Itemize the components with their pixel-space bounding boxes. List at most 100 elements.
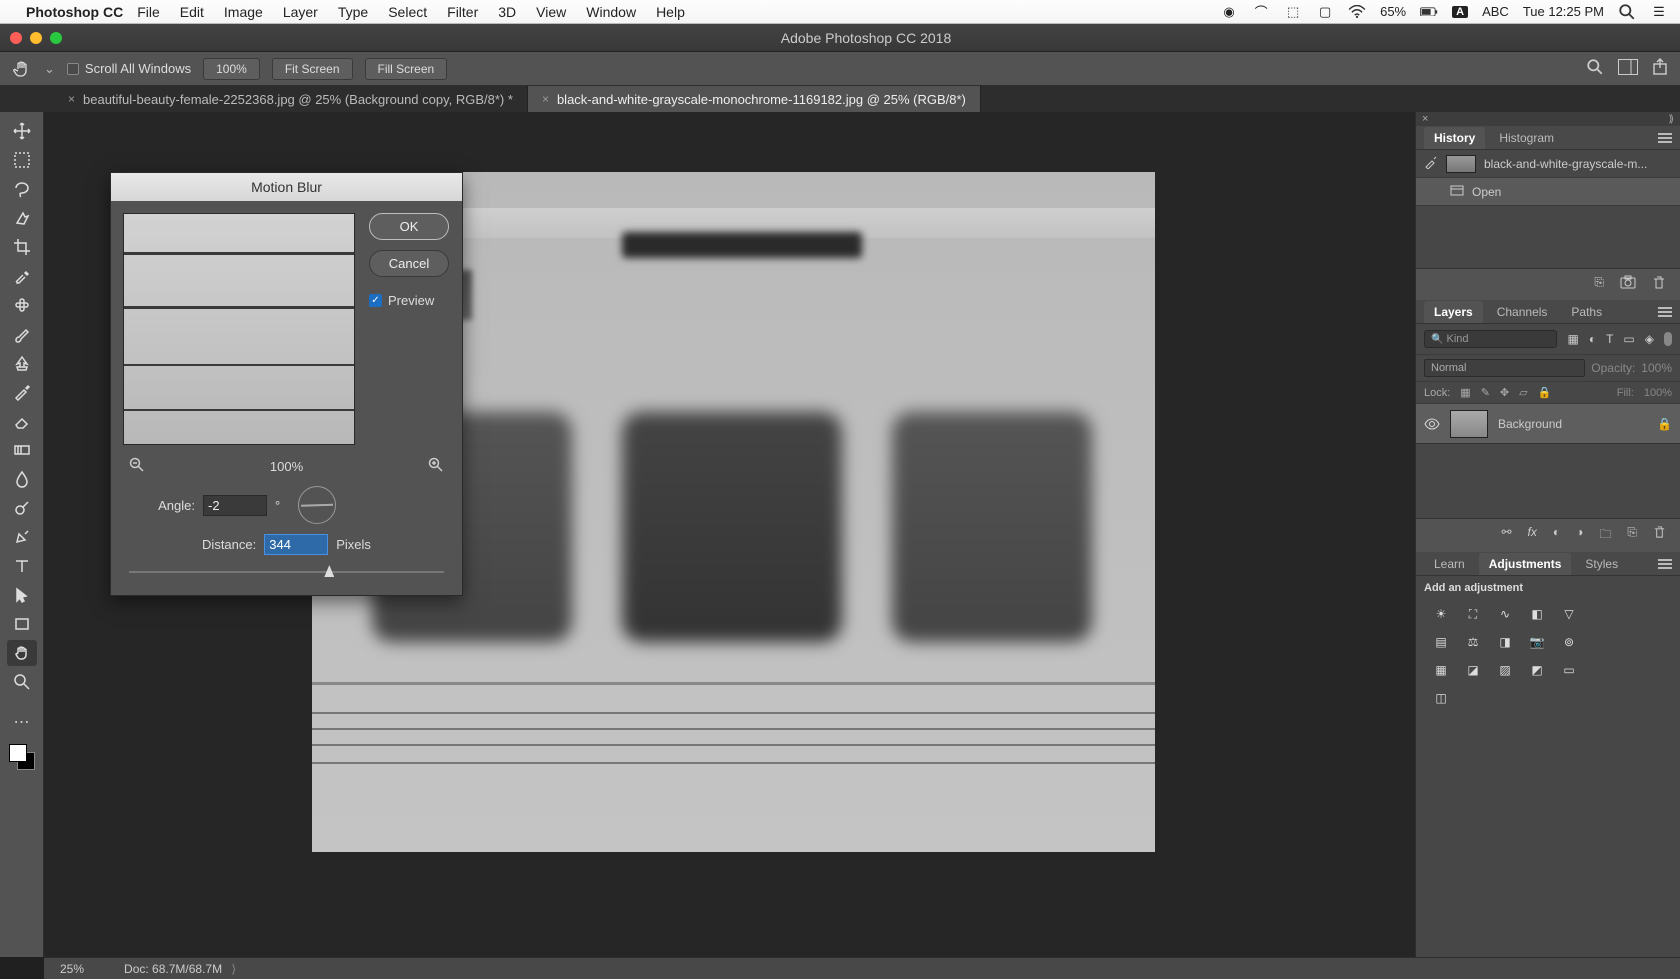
minimize-window-button[interactable] — [30, 32, 42, 44]
spotlight-icon[interactable] — [1618, 5, 1636, 19]
search-icon[interactable] — [1586, 58, 1604, 79]
panel-collapse-icon[interactable]: ⟫ — [1668, 114, 1674, 125]
airplay-icon[interactable]: ▢ — [1316, 5, 1334, 19]
angle-input[interactable] — [203, 495, 267, 516]
quick-select-tool[interactable] — [7, 205, 37, 231]
group-icon[interactable]: 🗀 — [1599, 525, 1611, 546]
distance-input[interactable] — [264, 534, 328, 555]
blend-mode-select[interactable]: Normal — [1424, 359, 1585, 377]
link-layers-icon[interactable]: ⚯ — [1501, 525, 1511, 546]
input-language[interactable]: ABC — [1482, 4, 1509, 19]
trash-icon[interactable] — [1652, 275, 1666, 294]
menubar-app-icon[interactable]: ◉ — [1220, 5, 1238, 19]
tab-channels[interactable]: Channels — [1487, 301, 1558, 323]
eyedropper-tool[interactable] — [7, 263, 37, 289]
filter-type-icon[interactable]: T — [1606, 332, 1613, 346]
close-tab-icon[interactable]: × — [542, 92, 549, 106]
creative-cloud-icon[interactable]: ⌒ — [1252, 5, 1270, 19]
filter-toggle-icon[interactable] — [1664, 332, 1672, 346]
menu-window[interactable]: Window — [586, 4, 636, 20]
channel-mixer-icon[interactable]: ⊚ — [1558, 632, 1580, 652]
canvas-area[interactable]: Motion Blur OK Cancel ✓ Preview — [44, 112, 1415, 957]
crop-tool[interactable] — [7, 234, 37, 260]
vibrance-icon[interactable]: ▽ — [1558, 604, 1580, 624]
status-chevron-icon[interactable]: ⟩ — [228, 962, 236, 976]
levels-icon[interactable]: ⛶ — [1462, 604, 1484, 624]
zoom-tool[interactable] — [7, 669, 37, 695]
filter-pixel-icon[interactable]: ▦ — [1567, 332, 1578, 346]
menu-type[interactable]: Type — [338, 4, 368, 20]
lock-icon[interactable]: 🔒 — [1657, 417, 1672, 431]
fx-icon[interactable]: fx — [1528, 525, 1537, 546]
edit-toolbar-icon[interactable]: ⋯ — [7, 709, 37, 735]
history-item-open[interactable]: Open — [1416, 178, 1680, 206]
opacity-value[interactable]: 100% — [1641, 361, 1672, 375]
pen-tool[interactable] — [7, 524, 37, 550]
layer-background[interactable]: Background 🔒 — [1416, 404, 1680, 444]
filter-smart-icon[interactable]: ◈ — [1645, 332, 1654, 346]
marquee-tool[interactable] — [7, 147, 37, 173]
menu-image[interactable]: Image — [224, 4, 263, 20]
fill-screen-button[interactable]: Fill Screen — [365, 58, 448, 80]
hue-icon[interactable]: ▤ — [1430, 632, 1452, 652]
close-window-button[interactable] — [10, 32, 22, 44]
hand-tool-icon[interactable] — [12, 59, 32, 79]
color-swatch[interactable] — [9, 744, 35, 770]
type-tool[interactable] — [7, 553, 37, 579]
tab-adjustments[interactable]: Adjustments — [1479, 553, 1572, 575]
menu-file[interactable]: File — [137, 4, 160, 20]
battery-percent[interactable]: 65% — [1380, 4, 1406, 19]
wifi-icon[interactable] — [1348, 5, 1366, 19]
menu-select[interactable]: Select — [388, 4, 427, 20]
battery-icon[interactable] — [1420, 5, 1438, 19]
rectangle-tool[interactable] — [7, 611, 37, 637]
dialog-preview[interactable] — [123, 213, 355, 445]
menu-layer[interactable]: Layer — [283, 4, 318, 20]
snapshot-icon[interactable] — [1620, 275, 1636, 294]
share-icon[interactable] — [1652, 58, 1668, 79]
healing-tool[interactable] — [7, 292, 37, 318]
brightness-icon[interactable]: ☀ — [1430, 604, 1452, 624]
move-tool[interactable] — [7, 118, 37, 144]
panel-menu-icon[interactable] — [1658, 559, 1672, 569]
preview-checkbox[interactable]: ✓ Preview — [369, 293, 449, 308]
panel-menu-icon[interactable] — [1658, 133, 1672, 143]
layer-visibility-icon[interactable] — [1424, 416, 1440, 432]
document-tab-2[interactable]: × black-and-white-grayscale-monochrome-1… — [528, 86, 981, 112]
fit-screen-button[interactable]: Fit Screen — [272, 58, 353, 80]
status-doc-size[interactable]: Doc: 68.7M/68.7M — [124, 962, 222, 976]
gradient-tool[interactable] — [7, 437, 37, 463]
workspace-icon[interactable] — [1618, 59, 1638, 78]
clock[interactable]: Tue 12:25 PM — [1523, 4, 1604, 19]
app-name[interactable]: Photoshop CC — [26, 4, 123, 20]
zoom-in-icon[interactable] — [428, 457, 444, 476]
lasso-tool[interactable] — [7, 176, 37, 202]
exposure-icon[interactable]: ◧ — [1526, 604, 1548, 624]
panel-close-icon[interactable]: × — [1422, 113, 1428, 125]
new-layer-icon[interactable]: ⎘ — [1627, 525, 1637, 546]
photo-filter-icon[interactable]: 📷 — [1526, 632, 1548, 652]
panel-menu-icon[interactable] — [1658, 307, 1672, 317]
zoom-window-button[interactable] — [50, 32, 62, 44]
menu-3d[interactable]: 3D — [498, 4, 516, 20]
menu-filter[interactable]: Filter — [447, 4, 478, 20]
cancel-button[interactable]: Cancel — [369, 250, 449, 277]
close-tab-icon[interactable]: × — [68, 92, 75, 106]
lock-all-icon[interactable]: 🔒 — [1538, 386, 1552, 399]
lock-transparency-icon[interactable]: ▦ — [1460, 386, 1470, 399]
mask-icon[interactable]: ◐ — [1553, 525, 1560, 546]
lock-position-icon[interactable]: ✥ — [1500, 386, 1509, 399]
tab-styles[interactable]: Styles — [1575, 553, 1628, 575]
dropbox-icon[interactable]: ⬚ — [1284, 5, 1302, 19]
history-source-row[interactable]: black-and-white-grayscale-m... — [1416, 150, 1680, 178]
tab-paths[interactable]: Paths — [1561, 301, 1612, 323]
selective-color-icon[interactable]: ◫ — [1430, 688, 1452, 708]
menu-help[interactable]: Help — [656, 4, 685, 20]
brush-tool[interactable] — [7, 321, 37, 347]
tab-histogram[interactable]: Histogram — [1489, 127, 1564, 149]
bw-icon[interactable]: ◨ — [1494, 632, 1516, 652]
tab-history[interactable]: History — [1424, 127, 1485, 149]
history-brush-tool[interactable] — [7, 379, 37, 405]
status-zoom[interactable]: 25% — [60, 962, 84, 976]
filter-shape-icon[interactable]: ▭ — [1623, 332, 1634, 346]
